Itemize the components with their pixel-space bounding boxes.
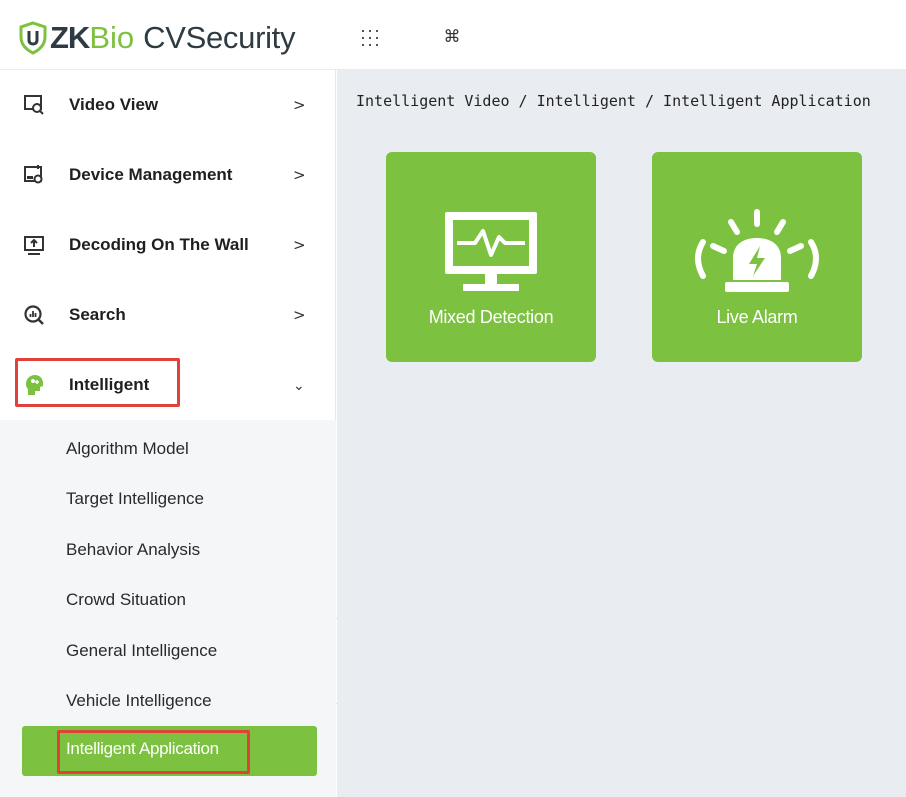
submenu-item-target-intelligence[interactable]: Target Intelligence xyxy=(66,487,204,511)
submenu-item-general-intelligence[interactable]: General Intelligence xyxy=(66,639,217,663)
command-key-icon[interactable]: ⌘ xyxy=(441,26,463,48)
sidebar-item-device-management[interactable]: Device Management > xyxy=(0,140,336,210)
submenu-item-crowd-situation[interactable]: Crowd Situation xyxy=(66,588,186,612)
chevron-right-icon: > xyxy=(293,96,306,114)
chevron-down-icon: ⌄ xyxy=(293,378,305,394)
sidebar-item-intelligent[interactable]: Intelligent ⌄ xyxy=(0,350,336,420)
shield-logo-icon xyxy=(19,21,47,55)
tile-label: Mixed Detection xyxy=(428,307,554,327)
intelligent-icon xyxy=(22,373,46,397)
submenu-item-label: Intelligent Application xyxy=(66,739,219,758)
submenu-item-behavior-analysis[interactable]: Behavior Analysis xyxy=(66,538,200,562)
decoding-wall-icon xyxy=(22,233,46,257)
monitor-pulse-icon xyxy=(445,212,537,291)
top-header: ZK Bio CVSecurity ⌘ xyxy=(0,0,906,70)
submenu-item-intelligent-application[interactable]: Intelligent Application xyxy=(22,726,317,776)
sidebar-item-video-view[interactable]: Video View > xyxy=(0,70,336,140)
tile-label: Live Alarm xyxy=(716,307,798,327)
chevron-right-icon: > xyxy=(293,236,306,254)
breadcrumb: Intelligent Video / Intelligent / Intell… xyxy=(356,92,871,110)
device-management-icon xyxy=(22,163,46,187)
sidebar-item-search[interactable]: Search > xyxy=(0,280,336,350)
main-content: Intelligent Video / Intelligent / Intell… xyxy=(337,70,906,797)
logo-text-zk: ZK xyxy=(50,20,90,55)
sidebar-item-label: Intelligent xyxy=(69,375,150,394)
chevron-right-icon: > xyxy=(293,306,306,324)
sidebar-item-decoding-on-the-wall[interactable]: Decoding On The Wall > xyxy=(0,210,336,280)
video-view-icon xyxy=(22,93,46,117)
sidebar-item-label: Search xyxy=(69,305,126,324)
apps-grid-icon[interactable] xyxy=(362,29,379,46)
chevron-right-icon: > xyxy=(293,166,306,184)
search-icon xyxy=(22,303,46,327)
submenu-item-vehicle-intelligence[interactable]: Vehicle Intelligence xyxy=(66,689,212,713)
sidebar-item-label: Video View xyxy=(69,95,159,114)
logo-text-bio: Bio xyxy=(89,20,135,55)
sidebar: Video View > Device Management > Decodin… xyxy=(0,70,336,797)
tile-live-alarm[interactable]: Live Alarm xyxy=(652,152,862,362)
tile-mixed-detection[interactable]: Mixed Detection xyxy=(386,152,596,362)
logo-text-cvsecurity: CVSecurity xyxy=(143,20,296,55)
app-logo[interactable]: ZK Bio CVSecurity xyxy=(18,18,295,58)
alarm-light-icon xyxy=(695,209,819,292)
submenu-item-algorithm-model[interactable]: Algorithm Model xyxy=(66,437,189,461)
sidebar-item-label: Device Management xyxy=(69,165,233,184)
sidebar-item-label: Decoding On The Wall xyxy=(69,235,249,254)
